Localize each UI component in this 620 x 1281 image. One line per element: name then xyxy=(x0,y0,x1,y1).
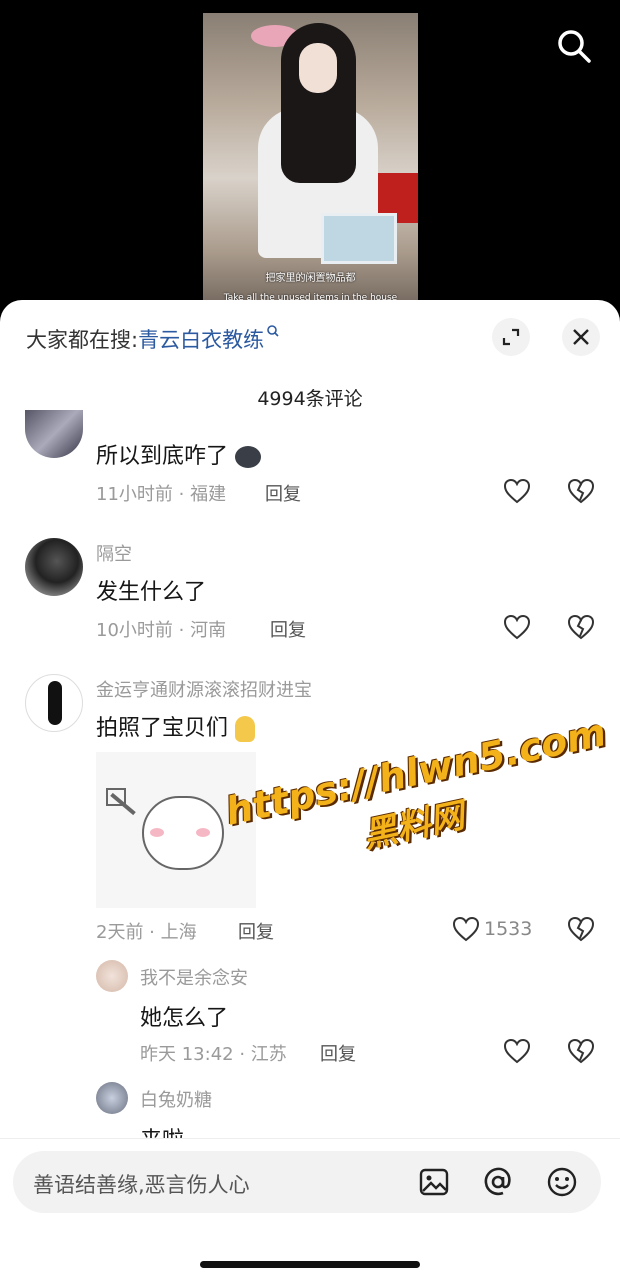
reply-text: 她怎么了 xyxy=(140,1006,229,1031)
avatar[interactable] xyxy=(96,1082,128,1114)
comment-username[interactable]: 金运亨通财源滚滚招财进宝 xyxy=(96,676,312,702)
avatar[interactable] xyxy=(25,674,83,732)
reply-button[interactable]: 回复 xyxy=(320,1040,356,1066)
at-icon[interactable] xyxy=(481,1165,515,1199)
hot-search[interactable]: 大家都在搜:青云白衣教练 xyxy=(26,324,280,354)
avatar[interactable] xyxy=(25,410,83,458)
expand-icon xyxy=(502,328,520,346)
video-person-face xyxy=(299,43,337,93)
comment-username[interactable]: 隔空 xyxy=(96,540,132,566)
reply-username[interactable]: 白兔奶糖 xyxy=(140,1086,212,1112)
reply-button[interactable]: 回复 xyxy=(265,480,301,506)
video-player[interactable]: 把家里的闲置物品都 Take all the unused items in t… xyxy=(0,0,620,320)
dislike-icon[interactable] xyxy=(567,1038,595,1064)
dislike-icon[interactable] xyxy=(567,916,595,942)
hot-search-keyword[interactable]: 青云白衣教练 xyxy=(138,328,264,352)
comment-text: 所以到底咋了 xyxy=(96,438,262,470)
image-icon[interactable] xyxy=(417,1165,451,1199)
comment-meta: 10小时前 · 河南 xyxy=(96,620,227,641)
comment-input-placeholder: 善语结善缘,恶言伤人心 xyxy=(33,1173,250,1197)
search-icon[interactable] xyxy=(556,28,592,64)
reply-meta: 昨天 13:42 · 江苏 xyxy=(140,1044,287,1065)
video-box xyxy=(321,213,397,264)
avatar[interactable] xyxy=(96,960,128,992)
video-subtitle: 把家里的闲置物品都 xyxy=(265,273,356,284)
search-icon xyxy=(267,325,279,337)
comment-text: 拍照了宝贝们 xyxy=(96,710,256,742)
like-count: 1533 xyxy=(484,918,533,940)
emoji-icon[interactable] xyxy=(545,1165,579,1199)
comment-sheet: 大家都在搜:青云白衣教练 4994条评论 所以到底咋了 11小时前 · 福建 回… xyxy=(0,300,620,1280)
comment-meta: 11小时前 · 福建 xyxy=(96,484,227,505)
dislike-icon[interactable] xyxy=(567,614,595,640)
video-frame[interactable]: 把家里的闲置物品都 Take all the unused items in t… xyxy=(203,13,418,313)
emoji-sticker xyxy=(235,446,262,468)
close-icon xyxy=(573,329,589,345)
reply-button[interactable]: 回复 xyxy=(270,616,306,642)
expand-button[interactable] xyxy=(492,318,530,356)
close-button[interactable] xyxy=(562,318,600,356)
hot-search-prefix: 大家都在搜: xyxy=(26,328,139,352)
dislike-icon[interactable] xyxy=(567,478,595,504)
comment-input[interactable]: 善语结善缘,恶言伤人心 xyxy=(13,1151,601,1213)
heart-icon[interactable] xyxy=(503,1038,531,1064)
home-indicator xyxy=(200,1261,420,1268)
comment-count: 4994条评论 xyxy=(257,388,363,410)
avatar[interactable] xyxy=(25,538,83,596)
emoji-sticker xyxy=(235,716,256,742)
comment-meta: 2天前 · 上海 xyxy=(96,922,197,943)
heart-icon[interactable] xyxy=(503,478,531,504)
comment-input-area: 善语结善缘,恶言伤人心 xyxy=(0,1138,620,1281)
heart-icon[interactable] xyxy=(452,916,480,942)
heart-icon[interactable] xyxy=(503,614,531,640)
reply-username[interactable]: 我不是余念安 xyxy=(140,964,248,990)
comment-text: 发生什么了 xyxy=(96,580,207,605)
reply-button[interactable]: 回复 xyxy=(238,918,274,944)
